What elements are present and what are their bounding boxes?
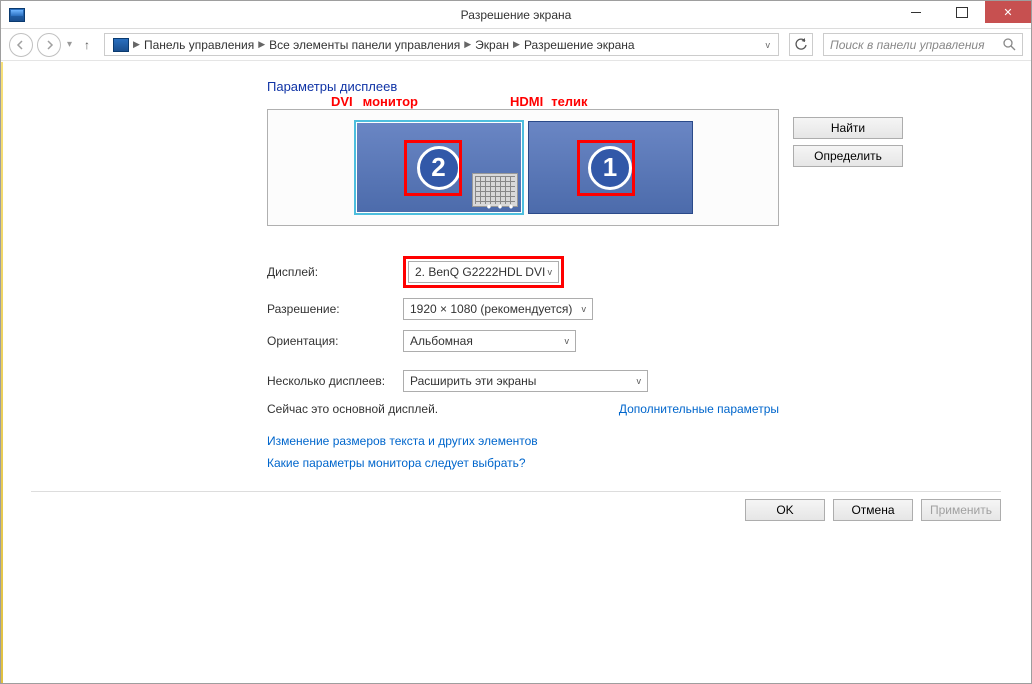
control-panel-icon: [113, 38, 129, 52]
resolution-label: Разрешение:: [267, 302, 403, 316]
anno-monitor: монитор: [363, 94, 418, 109]
monitor-menu-dots-icon: ● ● ●: [487, 202, 516, 211]
find-button[interactable]: Найти: [793, 117, 903, 139]
breadcrumb-item[interactable]: Панель управления: [144, 38, 254, 52]
search-placeholder: Поиск в панели управления: [830, 38, 985, 52]
close-button[interactable]: [985, 1, 1031, 23]
chevron-down-icon: v: [582, 304, 587, 314]
ok-button[interactable]: OK: [745, 499, 825, 521]
breadcrumb-sep-icon: ▶: [509, 39, 524, 50]
section-title: Параметры дисплеев: [267, 79, 1001, 94]
display-label: Дисплей:: [267, 265, 403, 279]
text-size-link[interactable]: Изменение размеров текста и других элеме…: [267, 434, 1001, 448]
chevron-down-icon: v: [565, 336, 570, 346]
app-icon: [9, 8, 25, 22]
history-dropdown-icon[interactable]: ▾: [65, 39, 74, 50]
which-settings-link[interactable]: Какие параметры монитора следует выбрать…: [267, 456, 1001, 470]
display-select-value: 2. BenQ G2222HDL DVI: [415, 265, 545, 279]
breadcrumb-sep-icon: ▶: [254, 39, 269, 50]
cancel-button[interactable]: Отмена: [833, 499, 913, 521]
window-title: Разрешение экрана: [461, 8, 572, 22]
minimize-button[interactable]: [893, 1, 939, 23]
resolution-select-value: 1920 × 1080 (рекомендуется): [410, 302, 572, 316]
chevron-down-icon: v: [637, 376, 642, 386]
breadcrumb-dropdown-icon[interactable]: v: [758, 40, 771, 50]
orientation-select-value: Альбомная: [410, 334, 473, 348]
search-icon: [1003, 38, 1016, 51]
orientation-label: Ориентация:: [267, 334, 403, 348]
left-accent-edge: [1, 62, 3, 683]
advanced-settings-link[interactable]: Дополнительные параметры: [619, 402, 779, 416]
up-button[interactable]: ↑: [78, 38, 96, 52]
monitor-1[interactable]: 1: [528, 121, 693, 214]
user-annotation-box: 2. BenQ G2222HDL DVI v: [403, 256, 564, 288]
monitor-2[interactable]: 2 ● ● ●: [354, 120, 524, 215]
anno-tv: телик: [551, 94, 587, 109]
display-arrangement-box[interactable]: 2 ● ● ● 1: [267, 109, 779, 226]
breadcrumb[interactable]: ▶ Панель управления ▶ Все элементы панел…: [104, 33, 779, 56]
breadcrumb-item[interactable]: Разрешение экрана: [524, 38, 635, 52]
back-button[interactable]: [9, 33, 33, 57]
chevron-down-icon: v: [548, 267, 553, 277]
apply-button[interactable]: Применить: [921, 499, 1001, 521]
divider: [31, 491, 1001, 492]
refresh-button[interactable]: [789, 33, 813, 56]
maximize-button[interactable]: [939, 1, 985, 23]
user-annotations: DVI монитор HDMI телик: [331, 94, 1001, 109]
breadcrumb-item[interactable]: Экран: [475, 38, 509, 52]
search-input[interactable]: Поиск в панели управления: [823, 33, 1023, 56]
multi-display-select-value: Расширить эти экраны: [410, 374, 536, 388]
anno-dvi: DVI: [331, 94, 353, 109]
detect-button[interactable]: Определить: [793, 145, 903, 167]
breadcrumb-item[interactable]: Все элементы панели управления: [269, 38, 460, 52]
navbar: ▾ ↑ ▶ Панель управления ▶ Все элементы п…: [1, 29, 1031, 61]
user-annotation-box: [577, 140, 635, 196]
breadcrumb-sep-icon: ▶: [460, 39, 475, 50]
display-select[interactable]: 2. BenQ G2222HDL DVI v: [408, 261, 559, 283]
primary-display-status: Сейчас это основной дисплей.: [267, 402, 438, 416]
multi-display-select[interactable]: Расширить эти экраны v: [403, 370, 648, 392]
breadcrumb-sep-icon: ▶: [129, 39, 144, 50]
forward-button[interactable]: [37, 33, 61, 57]
orientation-select[interactable]: Альбомная v: [403, 330, 576, 352]
user-annotation-box: [404, 140, 462, 196]
resolution-select[interactable]: 1920 × 1080 (рекомендуется) v: [403, 298, 593, 320]
anno-hdmi: HDMI: [510, 94, 543, 109]
titlebar: Разрешение экрана: [1, 1, 1031, 29]
multi-display-label: Несколько дисплеев:: [267, 374, 403, 388]
